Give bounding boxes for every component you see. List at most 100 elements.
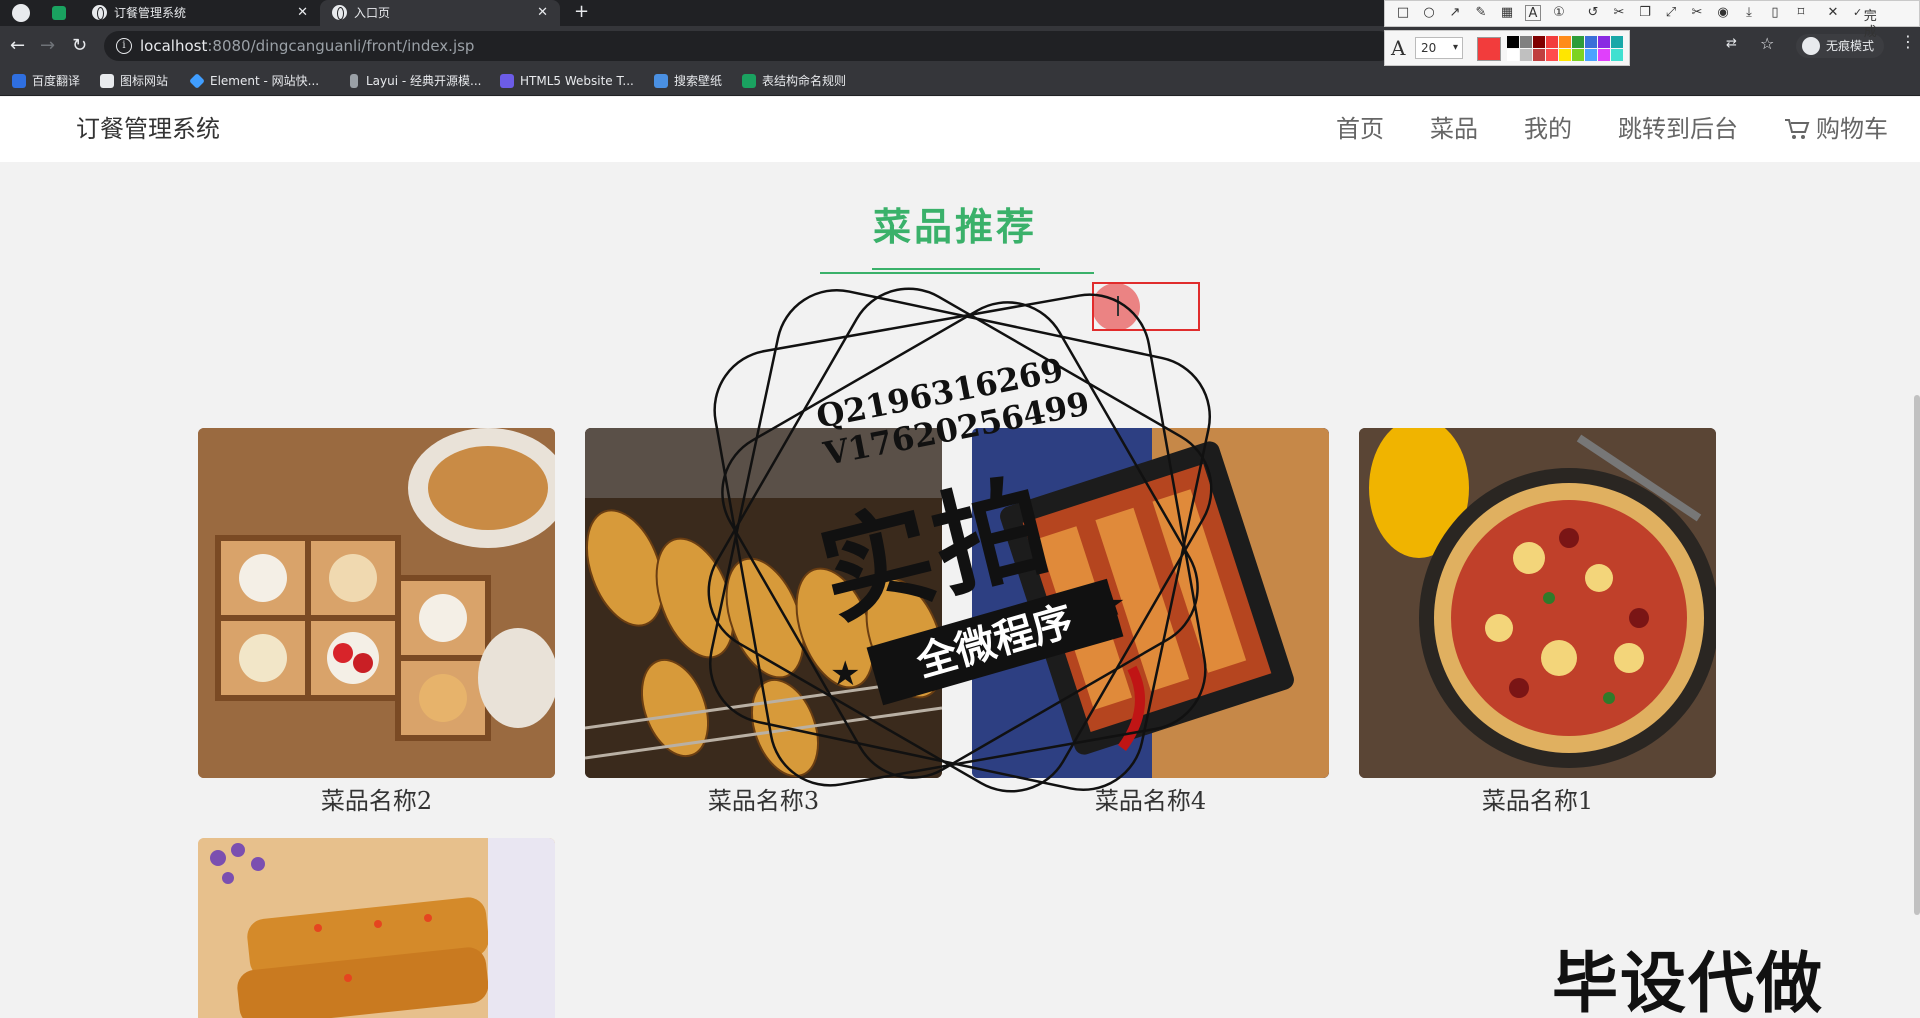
- forward-icon[interactable]: →: [40, 34, 55, 58]
- done-button[interactable]: ✓ 完成: [1853, 5, 1877, 40]
- current-color-swatch[interactable]: [1477, 37, 1501, 61]
- address-bar-row: ← → ↻ i localhost:8080/dingcanguanli/fro…: [0, 26, 1920, 66]
- record-icon[interactable]: ◉: [1715, 5, 1731, 21]
- bookmark-star-icon[interactable]: ☆: [1760, 34, 1774, 53]
- pen-icon[interactable]: ✎: [1473, 5, 1489, 21]
- dish-card[interactable]: 菜品名称1: [1359, 428, 1716, 824]
- nav-cart[interactable]: 购物车: [1784, 97, 1888, 161]
- pinned-tab-icon[interactable]: [52, 6, 66, 20]
- flag-icon: [100, 74, 114, 88]
- color-swatch[interactable]: [1572, 36, 1584, 48]
- dish-name[interactable]: 菜品名称4: [972, 778, 1329, 824]
- color-swatch[interactable]: [1572, 49, 1584, 61]
- color-swatch[interactable]: [1585, 36, 1597, 48]
- crop-icon[interactable]: ✂: [1611, 5, 1627, 21]
- color-swatch[interactable]: [1533, 36, 1545, 48]
- layui-icon: [350, 74, 358, 88]
- wallpaper-icon: [654, 74, 668, 88]
- bookmark-icon[interactable]: ⌑: [1793, 5, 1809, 21]
- tab-entry[interactable]: 入口页 ✕: [320, 0, 560, 26]
- dish-name[interactable]: 菜品名称2: [198, 778, 555, 824]
- color-swatch[interactable]: [1559, 49, 1571, 61]
- undo-icon[interactable]: ↺: [1585, 5, 1601, 21]
- title-underline: [872, 268, 1040, 270]
- pin-icon[interactable]: ✂: [1689, 5, 1705, 21]
- dish-card[interactable]: [198, 838, 555, 1018]
- bookmarks-bar: 百度翻译 图标网站 Element - 网站快... Layui - 经典开源模…: [0, 66, 1920, 96]
- url-field[interactable]: i localhost:8080/dingcanguanli/front/ind…: [104, 31, 1394, 61]
- close-icon[interactable]: ✕: [537, 0, 548, 26]
- font-icon: A: [1391, 36, 1406, 60]
- baidu-translate-icon: [12, 74, 26, 88]
- bookmark-item[interactable]: 表结构命名规则: [740, 66, 846, 96]
- main-nav: 首页 菜品 我的 跳转到后台 购物车: [1336, 97, 1888, 161]
- browser-logo-icon: [12, 4, 30, 22]
- dish-image[interactable]: [198, 838, 555, 1018]
- nav-dishes[interactable]: 菜品: [1430, 97, 1478, 161]
- site-header: 订餐管理系统 首页 菜品 我的 跳转到后台 购物车: [0, 97, 1920, 162]
- dish-name[interactable]: 菜品名称1: [1359, 778, 1716, 824]
- reload-icon[interactable]: ↻: [72, 34, 87, 58]
- color-swatch[interactable]: [1598, 49, 1610, 61]
- tab-dingcan[interactable]: 订餐管理系统 ✕: [80, 0, 320, 26]
- nav-cart-label: 购物车: [1816, 115, 1888, 143]
- ellipse-icon[interactable]: ○: [1421, 5, 1437, 21]
- phone-icon[interactable]: ▯: [1767, 5, 1783, 21]
- bookmark-item[interactable]: 百度翻译: [10, 66, 80, 96]
- color-swatch[interactable]: [1533, 49, 1545, 61]
- copy-icon[interactable]: ❐: [1637, 5, 1653, 21]
- translate-icon[interactable]: ⇄: [1726, 36, 1737, 51]
- nav-backend[interactable]: 跳转到后台: [1618, 97, 1738, 161]
- cart-icon: [1784, 118, 1810, 140]
- text-style-panel: A 20: [1384, 30, 1630, 66]
- color-palette: [1507, 36, 1625, 62]
- close-icon[interactable]: ✕: [297, 0, 308, 26]
- bookmark-item[interactable]: 搜索壁纸: [652, 66, 722, 96]
- number-icon[interactable]: ①: [1551, 5, 1567, 21]
- download-icon[interactable]: ⤓: [1741, 5, 1757, 21]
- site-brand[interactable]: 订餐管理系统: [76, 97, 220, 161]
- url-text: localhost:8080/dingcanguanli/front/index…: [140, 37, 475, 55]
- rectangle-icon[interactable]: □: [1395, 5, 1411, 21]
- nav-home[interactable]: 首页: [1336, 97, 1384, 161]
- corner-watermark: 毕设代做: [1552, 945, 1824, 1018]
- bookmark-item[interactable]: HTML5 Website T...: [498, 66, 634, 96]
- color-swatch[interactable]: [1559, 36, 1571, 48]
- new-tab-button[interactable]: +: [574, 0, 589, 24]
- menu-dots-icon[interactable]: ⋮: [1900, 32, 1916, 51]
- page-scrollbar[interactable]: [1914, 395, 1920, 915]
- globe-icon: [332, 5, 347, 20]
- color-swatch[interactable]: [1507, 36, 1519, 48]
- cancel-icon[interactable]: ✕: [1825, 5, 1841, 21]
- color-swatch[interactable]: [1585, 49, 1597, 61]
- element-icon: [189, 73, 205, 89]
- back-icon[interactable]: ←: [10, 34, 25, 58]
- color-swatch[interactable]: [1546, 36, 1558, 48]
- section-title: 菜品推荐: [872, 205, 1037, 249]
- dish-card[interactable]: 菜品名称2: [198, 428, 555, 824]
- globe-icon: [92, 5, 107, 20]
- text-tool-icon[interactable]: A: [1525, 5, 1541, 21]
- color-swatch[interactable]: [1598, 36, 1610, 48]
- color-swatch[interactable]: [1520, 36, 1532, 48]
- color-swatch[interactable]: [1507, 49, 1519, 61]
- mosaic-icon[interactable]: ▦: [1499, 5, 1515, 21]
- bookmark-item[interactable]: Element - 网站快...: [188, 66, 319, 96]
- bookmark-item[interactable]: 图标网站: [98, 66, 168, 96]
- arrow-icon[interactable]: ↗: [1447, 5, 1463, 21]
- html5-icon: [500, 74, 514, 88]
- color-swatch[interactable]: [1546, 49, 1558, 61]
- bookmark-item[interactable]: Layui - 经典开源模...: [344, 66, 481, 96]
- font-size-select[interactable]: 20: [1415, 37, 1463, 59]
- site-info-icon[interactable]: i: [116, 38, 132, 54]
- color-swatch[interactable]: [1611, 36, 1623, 48]
- scale-icon[interactable]: ⤢: [1663, 5, 1679, 21]
- sheet-icon: [742, 74, 756, 88]
- color-swatch[interactable]: [1611, 49, 1623, 61]
- dish-image[interactable]: [1359, 428, 1716, 778]
- color-swatch[interactable]: [1520, 49, 1532, 61]
- text-caret: [1117, 296, 1119, 316]
- dish-image[interactable]: [198, 428, 555, 778]
- dish-name[interactable]: 菜品名称3: [585, 778, 942, 824]
- nav-mine[interactable]: 我的: [1524, 97, 1572, 161]
